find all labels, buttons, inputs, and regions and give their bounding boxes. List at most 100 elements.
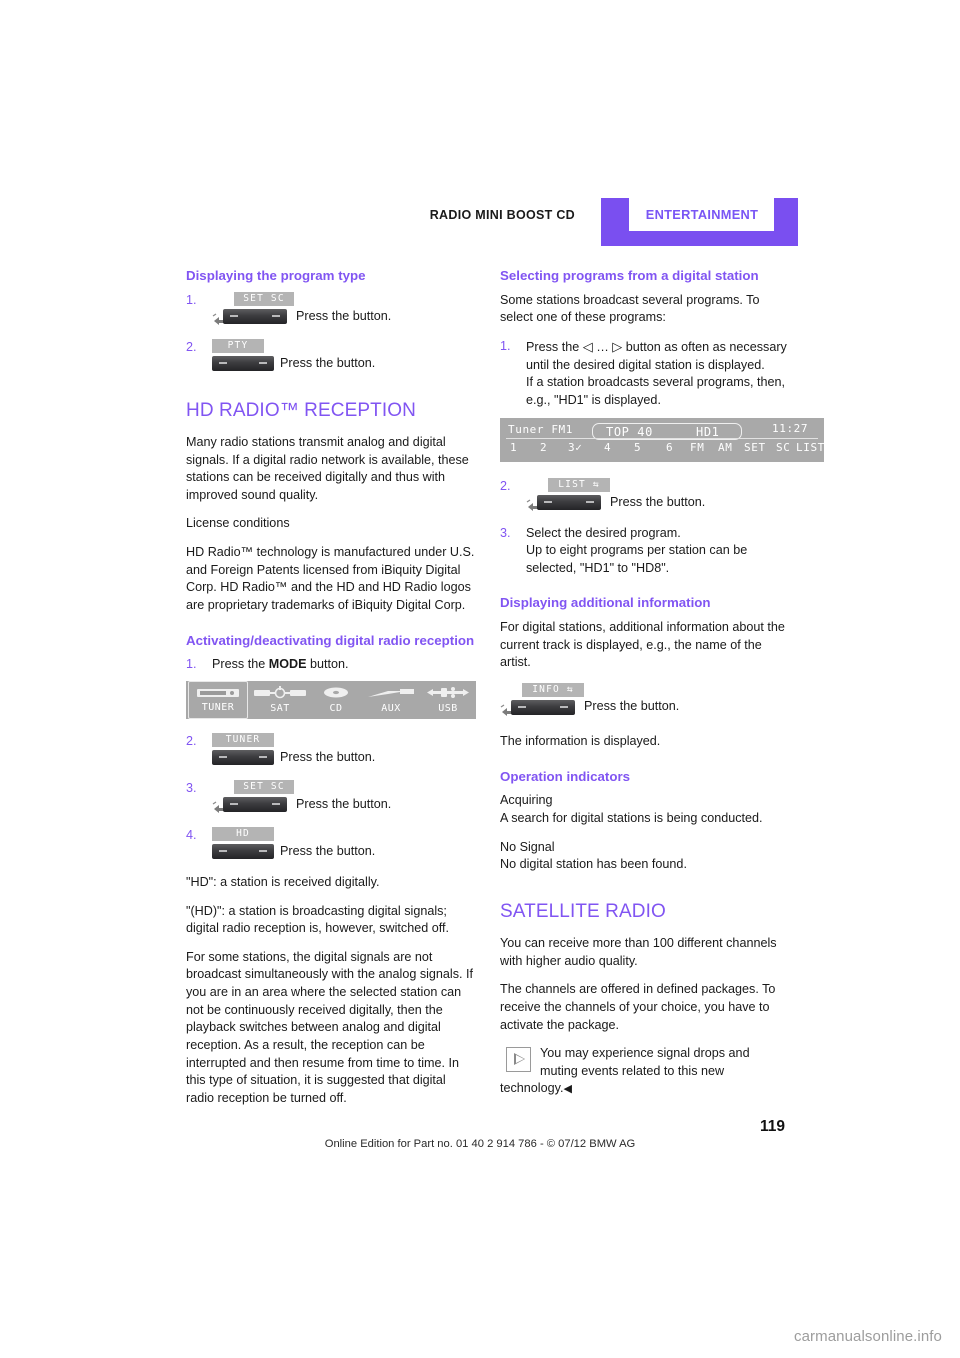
step-item: 4. HD Press the button. [186,826,476,867]
button-graphic: HD Press the button. [212,826,476,867]
step-text-a: Press the [526,340,583,354]
paragraph-hd-parenthetical-meaning: "(HD)": a station is broadcasting digita… [186,903,449,936]
paragraph: You can receive more than 100 different … [500,936,777,968]
press-instruction: Press the button. [280,749,376,764]
step-line-2: Up to eight programs per station can be … [526,543,748,575]
step-item: 2. LIST ⇆ Press the button. [500,477,790,518]
press-instruction: Press the button. [296,308,392,323]
step-item: 3. Select the desired program. Up to eigh… [500,525,790,578]
hardware-button-icon [223,796,287,812]
press-instruction: Press the button. [296,796,392,811]
button-graphic: TUNER Press the button. [212,732,476,773]
heading-additional-information: Displaying additional information [500,595,711,611]
mode-cell-tuner: TUNER [188,680,248,719]
hardware-button-icon [511,700,575,715]
press-instruction: Press the button. [584,699,680,713]
heading-displaying-program-type: Displaying the program type [186,268,366,283]
lcd-clock: 11:27 [772,421,809,435]
mode-label-aux: AUX [381,702,401,714]
note-text-continued: technology.◀ [500,1080,790,1098]
indicator-block: No Signal No digital station has been fou… [500,839,790,874]
right-column: Selecting programs from a digital statio… [500,268,837,1098]
lcd-station-name: TOP 40 [606,424,653,439]
radio-display-image: Tuner FM1 TOP 40 HD1 11:27 1 2 3✓ 4 5 6 … [500,417,837,462]
note-text: You may experience signal drops and muti… [540,1046,750,1078]
lcd-function-set: SET [744,440,766,454]
page-header: RADIO MINI BOOST CD ENTERTAINMENT [0,198,960,248]
paragraph-hd-meaning: "HD": a station is received digitally. [186,874,380,889]
indicator-desc-acquiring: A search for digital stations is being c… [500,811,763,825]
paragraph: The channels are offered in defined pack… [500,982,776,1032]
hardware-button-icon [212,843,274,859]
step-text-pre: Press the [212,657,269,672]
lcd-preset-6: 6 [666,440,674,454]
heading-operation-indicators: Operation indicators [500,768,631,784]
lcd-tag-tuner: TUNER [212,732,274,747]
mode-cell-sat: SAT [252,681,308,719]
arrow-left-icon: ◁ [582,339,593,354]
mode-cell-usb: USB [422,681,474,719]
hardware-button-icon [223,308,287,324]
step-number: 1. [186,292,197,307]
arrow-right-icon: ▷ [612,339,623,354]
mode-label-usb: USB [438,702,458,714]
lcd-preset-3: 3✓ [568,440,583,454]
lcd-program-label: HD1 [696,424,720,439]
step-item: 1. Press the ◁ … ▷ button as often as ne… [500,338,790,410]
mode-cell-aux: AUX [364,681,418,719]
site-watermark: carmanualsonline.info [793,1328,942,1345]
title-hd-radio-reception: HD RADIO™ RECEPTION [186,399,416,421]
lcd-source-label: Tuner FM1 [508,422,574,436]
step-line-1: Select the desired program. [526,525,681,540]
step-number: 2. [500,478,511,493]
step-number: 1. [500,339,511,353]
note-triangle-icon [506,1047,531,1073]
lcd-preset-4: 4 [604,440,612,454]
lcd-preset-5: 5 [634,440,642,454]
mode-selection-bar-image: TUNER SAT CD AUX USB [186,680,476,719]
step-item: 1. Press the MODE button. [186,656,476,674]
lcd-tag-set-sc: SET SC [234,779,294,794]
mode-label-tuner: TUNER [201,701,235,713]
step-text-c: If a station broadcasts several programs… [526,375,786,407]
button-graphic: SET SC Press the button. [212,291,476,332]
step-number: 2. [186,339,197,354]
left-column: Displaying the program type 1. SET SC Pr… [186,268,476,1118]
mode-button-name: MODE [268,657,307,672]
hardware-button-icon [537,494,601,510]
step-number: 4. [186,827,197,842]
lcd-tag-set-sc: SET SC [234,291,294,306]
lcd-preset-1: 1 [510,440,518,454]
paragraph-intro: Some stations broadcast several programs… [500,292,760,325]
lcd-function-fm: FM [690,440,705,454]
button-graphic-info: INFO ⇆ Press the button. [500,683,790,723]
hardware-button-icon [212,355,274,371]
step-number: 3. [500,525,511,540]
step-number: 1. [186,657,197,672]
indicator-desc-no-signal: No digital station has been found. [500,857,687,872]
mode-cell-cd: CD [312,681,360,719]
lcd-divider [506,437,818,439]
button-graphic: PTY Press the button. [212,338,476,379]
step-item: 1. SET SC Press the button. [186,291,476,332]
aux-plug-icon [364,686,418,700]
step-text-post: button. [306,657,349,672]
indicator-term-acquiring: Acquiring [500,793,553,808]
lcd-function-list: LIST [796,440,825,454]
step-text: Select the desired program. Up to eight p… [526,525,790,578]
paragraph: Many radio stations transmit analog and … [186,434,469,502]
usb-icon [422,686,474,700]
ellipsis: … [592,340,613,354]
lcd-tag-list: LIST ⇆ [548,477,610,492]
step-item: 2. TUNER Press the button. [186,732,476,773]
satellite-icon [252,685,308,700]
title-satellite-radio: SATELLITE RADIO [500,900,666,922]
button-graphic: LIST ⇆ Press the button. [526,477,790,518]
header-section-title: ENTERTAINMENT [645,207,759,222]
press-instruction: Press the button. [280,355,376,370]
header-chapter-title: RADIO MINI BOOST CD [429,208,575,222]
step-text: Press the MODE button. [212,656,476,674]
note-end-marker-icon: ◀ [563,1083,572,1096]
step-number: 3. [186,780,197,795]
step-text: Press the ◁ … ▷ button as often as neces… [526,338,790,410]
